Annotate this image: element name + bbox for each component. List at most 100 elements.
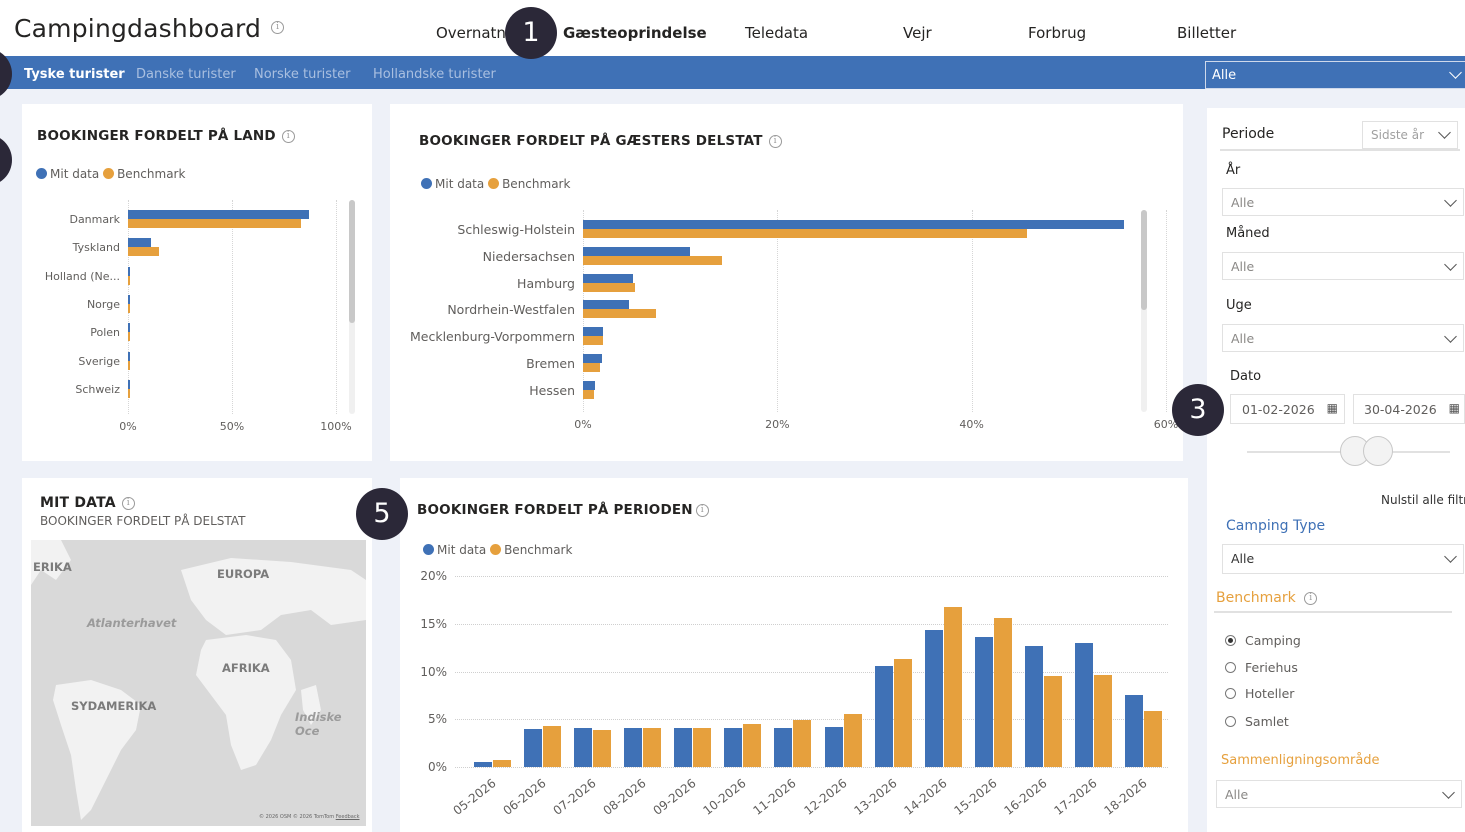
legend-dot-mine <box>421 178 432 189</box>
comparison-area-value: Alle <box>1225 787 1249 802</box>
date-slider-handle-end[interactable] <box>1363 436 1393 466</box>
state-scrollbar[interactable] <box>1141 210 1147 310</box>
bar-mine <box>128 351 130 361</box>
subtab-hollandske-turister[interactable]: Hollandske turister <box>373 67 496 82</box>
camping-type-dropdown[interactable]: Alle <box>1222 544 1464 574</box>
tab-billetter[interactable]: Billetter <box>1177 24 1236 42</box>
info-icon[interactable]: i <box>121 496 135 510</box>
radio-camping[interactable]: Camping <box>1225 633 1301 648</box>
map-landmass <box>31 540 366 820</box>
bar-mine <box>674 727 693 767</box>
date-from-input[interactable]: 01-02-2026 ▦ <box>1230 394 1345 424</box>
info-icon[interactable]: i <box>695 503 709 517</box>
map-label-indian-ocean: Indiske Oce <box>295 710 342 738</box>
bar-benchmark <box>583 363 600 372</box>
bar-mine <box>128 323 130 333</box>
map-label-south-america: SYDAMERIKA <box>71 699 157 713</box>
aar-dropdown[interactable]: Alle <box>1222 188 1464 216</box>
maaned-dropdown[interactable]: Alle <box>1222 252 1464 280</box>
date-from-value: 01-02-2026 <box>1242 402 1315 417</box>
top-filter-select[interactable]: Alle <box>1205 61 1465 89</box>
calendar-icon[interactable]: ▦ <box>1327 401 1338 415</box>
date-to-input[interactable]: 30-04-2026 ▦ <box>1353 394 1465 424</box>
subtab-norske-turister[interactable]: Norske turister <box>254 67 351 82</box>
x-tick-label: 40% <box>959 418 984 431</box>
gridline <box>971 210 973 412</box>
uge-dropdown[interactable]: Alle <box>1222 324 1464 352</box>
comparison-area-dropdown[interactable]: Alle <box>1216 780 1462 808</box>
bar-mine <box>724 727 743 767</box>
map-feedback-link[interactable]: Feedback <box>336 814 360 820</box>
category-label: Danmark <box>69 213 120 226</box>
tab-gaesteoprindelse[interactable]: Gæsteoprindelse <box>563 24 707 42</box>
bar-benchmark <box>893 659 912 767</box>
benchmark-label: Benchmark i <box>1216 590 1318 606</box>
bar-mine <box>624 727 643 767</box>
bar-benchmark <box>493 760 512 767</box>
bar-benchmark <box>743 724 762 767</box>
x-tick-label: 0% <box>574 418 592 431</box>
radio-button[interactable] <box>1225 688 1236 699</box>
tab-overnatninger[interactable]: Overnatni <box>436 24 510 42</box>
step-badge-partial <box>0 134 12 186</box>
radio-hoteller[interactable]: Hoteller <box>1225 686 1294 701</box>
world-map[interactable]: ERIKA EUROPA Atlanterhavet AFRIKA SYDAME… <box>31 540 366 826</box>
calendar-icon[interactable]: ▦ <box>1449 401 1460 415</box>
gridline <box>455 623 1168 625</box>
bar-benchmark <box>583 282 635 292</box>
radio-button-checked[interactable] <box>1225 635 1236 646</box>
state-legend: Mit data Benchmark <box>421 177 570 191</box>
subtab-tyske-turister[interactable]: Tyske turister <box>24 67 125 82</box>
divider <box>1220 149 1460 151</box>
bar-benchmark <box>583 309 657 319</box>
bar-benchmark <box>583 229 1027 238</box>
map-card-title-text: MIT DATA <box>40 495 116 511</box>
bar-mine <box>574 727 593 767</box>
map-card-title: MIT DATA i <box>40 495 135 511</box>
bar-benchmark <box>943 606 962 767</box>
periode-label: Periode <box>1222 126 1275 142</box>
category-label: Schweiz <box>75 382 120 396</box>
info-icon[interactable]: i <box>281 129 295 143</box>
maaned-value: Alle <box>1231 259 1255 274</box>
chevron-down-icon <box>1449 66 1462 79</box>
radio-feriehus[interactable]: Feriehus <box>1225 660 1298 675</box>
country-card-title: BOOKINGER FORDELT PÅ LAND i <box>37 128 295 144</box>
radio-samlet[interactable]: Samlet <box>1225 714 1289 729</box>
bar-benchmark <box>643 727 662 767</box>
map-label-america: ERIKA <box>33 560 72 574</box>
bar-mine <box>128 266 130 276</box>
periode-dropdown[interactable]: Sidste år <box>1362 121 1458 149</box>
state-card-title-text: BOOKINGER FORDELT PÅ GÆSTERS DELSTAT <box>419 133 763 149</box>
country-scrollbar[interactable] <box>349 200 355 323</box>
bar-mine <box>524 728 543 767</box>
bar-mine <box>1024 645 1043 767</box>
bar-benchmark <box>593 729 612 767</box>
legend-mine-label: Mit data <box>435 177 485 191</box>
subtab-danske-turister[interactable]: Danske turister <box>136 67 236 82</box>
bar-mine <box>583 380 596 390</box>
radio-button[interactable] <box>1225 716 1236 727</box>
legend-dot-bench <box>488 178 500 189</box>
chevron-down-icon <box>1444 330 1457 343</box>
gridline <box>455 576 1168 577</box>
info-icon[interactable]: i <box>271 20 285 34</box>
radio-button[interactable] <box>1225 662 1236 673</box>
bar-benchmark <box>128 247 160 257</box>
tab-teledata[interactable]: Teledata <box>745 24 808 42</box>
info-icon[interactable]: i <box>768 134 782 148</box>
bar-benchmark <box>128 360 130 370</box>
x-tick-label: 20% <box>765 418 790 431</box>
bar-benchmark <box>583 255 723 265</box>
category-label: Norge <box>86 297 120 311</box>
legend-dot-bench <box>490 544 502 555</box>
reset-filters-button[interactable]: Nulstil alle filtre <box>1381 493 1465 507</box>
info-icon[interactable]: i <box>1304 591 1318 605</box>
tab-vejr[interactable]: Vejr <box>903 24 932 42</box>
tab-forbrug[interactable]: Forbrug <box>1028 24 1086 42</box>
radio-feriehus-label: Feriehus <box>1245 660 1298 675</box>
bar-benchmark <box>1093 675 1112 767</box>
bar-mine <box>128 379 130 389</box>
legend-bench-label: Benchmark <box>504 543 573 557</box>
bar-benchmark <box>543 725 562 767</box>
